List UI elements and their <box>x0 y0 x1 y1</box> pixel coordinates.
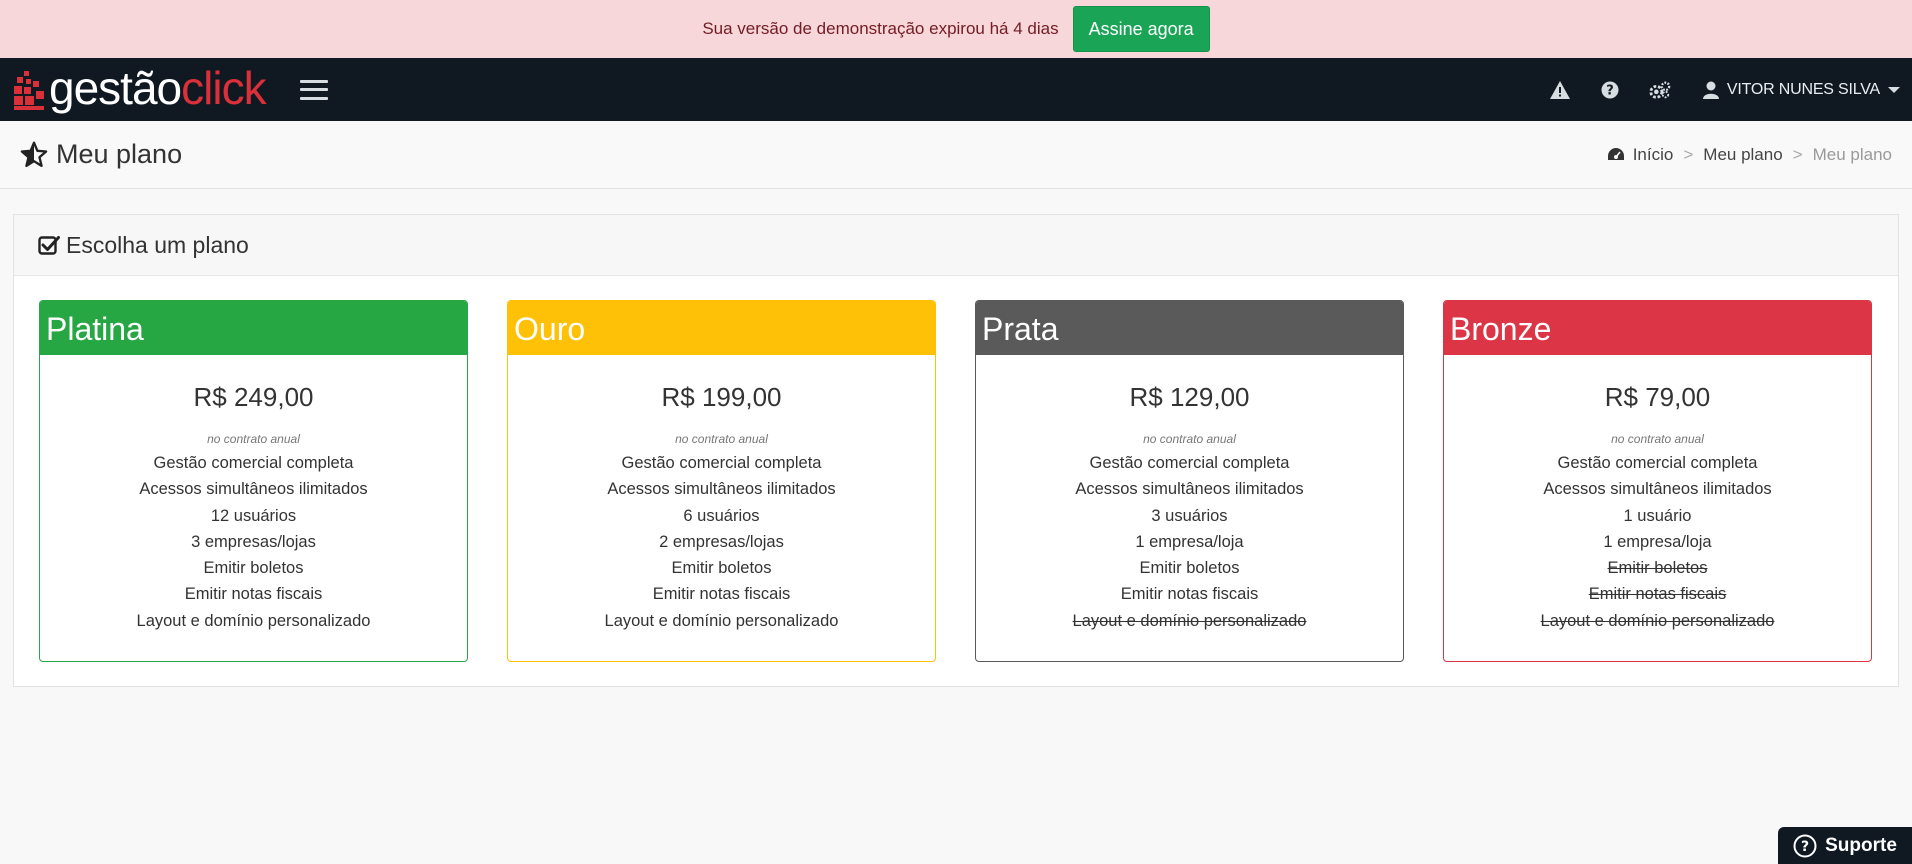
plan-feature-unavailable: Layout e domínio personalizado <box>1072 611 1307 630</box>
plan-body: R$ 129,00 no contrato anual Gestão comerci… <box>976 355 1403 634</box>
plan-feature-unavailable: Layout e domínio personalizado <box>1540 611 1775 630</box>
plan-price: R$ 129,00 <box>1129 382 1250 412</box>
top-navbar: gestãoclick ? VITOR NUNES SILVA <box>0 58 1912 121</box>
plan-billing-note: no contrato anual <box>1143 432 1236 446</box>
subscribe-now-button[interactable]: Assine agora <box>1072 6 1210 52</box>
support-label: Suporte <box>1825 834 1897 856</box>
plan-feature: 3 usuários <box>1151 506 1228 525</box>
plan-feature: Emitir notas fiscais <box>1120 585 1259 604</box>
plan-feature: Gestão comercial completa <box>153 454 354 472</box>
hamburger-line <box>299 79 328 83</box>
hamburger-line <box>299 96 328 100</box>
support-button[interactable]: ? Suporte <box>1778 827 1912 864</box>
user-name: VITOR NUNES SILVA <box>1726 80 1880 98</box>
logo-mark-icon <box>14 70 44 110</box>
user-menu-dropdown[interactable]: VITOR NUNES SILVA <box>1702 80 1900 99</box>
plan-feature: Emitir boletos <box>1139 559 1240 578</box>
plan-price: R$ 199,00 <box>661 382 782 412</box>
plan-feature: Acessos simultâneos ilimitados <box>139 480 368 499</box>
plan-feature: Gestão comercial completa <box>1557 454 1758 472</box>
plan-card-platina[interactable]: Platina R$ 249,00 no contrato anual Gestão … <box>39 300 468 662</box>
dashboard-icon <box>1607 147 1624 160</box>
plan-price: R$ 249,00 <box>193 382 314 412</box>
plan-body: R$ 249,00 no contrato anual Gestão comerci… <box>40 355 467 634</box>
svg-text:?: ? <box>1801 839 1809 855</box>
plan-feature: 1 empresa/loja <box>1603 532 1712 551</box>
plan-feature: Emitir notas fiscais <box>184 585 323 604</box>
plan-feature: 6 usuários <box>683 506 760 525</box>
breadcrumb-home-link[interactable]: Início <box>1633 145 1674 165</box>
plan-body: R$ 199,00 no contrato anual Gestão comerci… <box>508 355 935 634</box>
plan-feature: Emitir boletos <box>203 559 304 578</box>
plan-card-ouro[interactable]: Ouro R$ 199,00 no contrato anual Gestão com… <box>507 300 936 662</box>
checkbox-checked-icon <box>38 236 60 255</box>
choose-plan-panel: Escolha um plano Platina R$ 249,00 no cont… <box>13 214 1899 687</box>
plan-feature: 2 empresas/lojas <box>659 532 784 551</box>
plan-feature-unavailable: Emitir boletos <box>1607 559 1708 578</box>
breadcrumb-separator: > <box>1683 144 1694 164</box>
plan-name: Prata <box>976 301 1403 355</box>
plan-name: Platina <box>40 301 467 355</box>
breadcrumb: Início > Meu plano > Meu plano <box>1607 145 1892 165</box>
plan-feature: 1 empresa/loja <box>1135 532 1244 551</box>
panel-title: Escolha um plano <box>66 231 249 258</box>
caret-down-icon <box>1888 86 1900 93</box>
panel-header: Escolha um plano <box>14 215 1898 276</box>
page-title: Meu plano <box>56 139 183 169</box>
plan-feature: Gestão comercial completa <box>1089 454 1290 472</box>
plan-feature: 12 usuários <box>210 506 297 525</box>
plan-billing-note: no contrato anual <box>1611 432 1704 446</box>
plan-name: Bronze <box>1444 301 1871 355</box>
navbar-actions: ? VITOR NUNES SILVA <box>1549 79 1900 101</box>
plan-feature: 1 usuário <box>1623 506 1692 525</box>
svg-text:?: ? <box>1606 83 1614 98</box>
plan-feature: Acessos simultâneos ilimitados <box>1543 480 1772 499</box>
plan-billing-note: no contrato anual <box>207 432 300 446</box>
plan-body: R$ 79,00 no contrato anual Gestão comercia… <box>1444 355 1871 634</box>
breadcrumb-separator: > <box>1792 144 1803 164</box>
plan-feature: Layout e domínio personalizado <box>604 611 839 630</box>
user-icon <box>1702 81 1719 99</box>
help-circle-icon: ? <box>1793 834 1817 857</box>
plan-feature: Acessos simultâneos ilimitados <box>1075 480 1304 499</box>
plan-price: R$ 79,00 <box>1604 382 1711 412</box>
warning-icon[interactable] <box>1549 79 1571 101</box>
star-icon <box>20 141 48 167</box>
page-header: Meu plano Início > Meu plano > Meu plano <box>0 121 1912 189</box>
plan-card-bronze[interactable]: Bronze R$ 79,00 no contrato anual Gestão co… <box>1443 300 1872 662</box>
plan-feature: Gestão comercial completa <box>621 454 822 472</box>
plan-feature: Emitir notas fiscais <box>652 585 791 604</box>
plan-billing-note: no contrato anual <box>675 432 768 446</box>
breadcrumb-current: Meu plano <box>1812 144 1892 164</box>
plan-feature-unavailable: Emitir notas fiscais <box>1588 585 1727 604</box>
plan-feature: Emitir boletos <box>671 559 772 578</box>
plan-cards: Platina R$ 249,00 no contrato anual Gestão … <box>39 300 1872 662</box>
plan-feature: Layout e domínio personalizado <box>136 611 371 630</box>
breadcrumb-plan-link[interactable]: Meu plano <box>1703 145 1782 165</box>
gestaoclick-logo[interactable]: gestãoclick <box>12 58 267 121</box>
plan-feature: Acessos simultâneos ilimitados <box>607 480 836 499</box>
menu-toggle-button[interactable] <box>299 79 328 100</box>
settings-icon[interactable] <box>1649 79 1671 101</box>
trial-expired-message: Sua versão de demonstração expirou há 4 … <box>702 19 1059 38</box>
trial-expired-alert: Sua versão de demonstração expirou há 4 … <box>0 0 1912 58</box>
plan-name: Ouro <box>508 301 935 355</box>
hamburger-line <box>299 88 328 91</box>
plan-feature: 3 empresas/lojas <box>191 532 316 551</box>
help-icon[interactable]: ? <box>1599 79 1621 101</box>
logo-text: gestãoclick <box>49 61 267 114</box>
plan-card-prata[interactable]: Prata R$ 129,00 no contrato anual Gestão co… <box>975 300 1404 662</box>
